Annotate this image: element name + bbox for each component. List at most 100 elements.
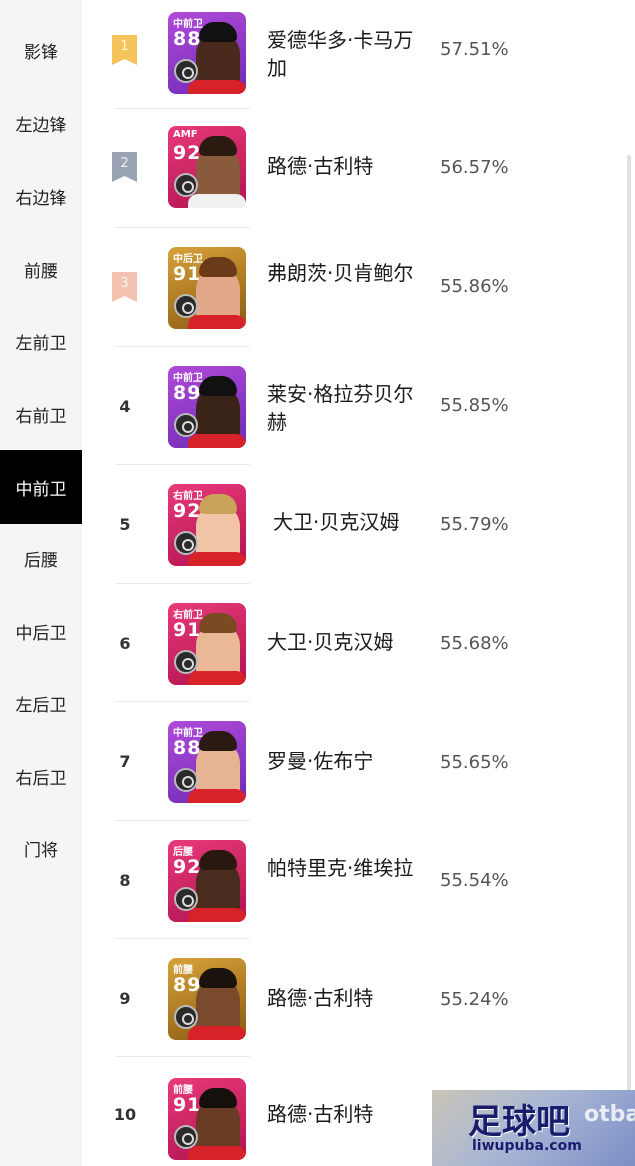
sidebar-item-dmf[interactable]: 后腰: [0, 522, 82, 594]
player-name: 弗朗茨·贝肯鲍尔: [267, 261, 414, 285]
row-divider: [115, 820, 250, 821]
silver-rank-flag-icon: 2: [112, 152, 137, 182]
player-percent: 55.85%: [440, 395, 509, 416]
row-divider: [115, 346, 250, 347]
rank-number: 8: [119, 871, 131, 890]
card-position: AMF: [173, 129, 198, 140]
row-divider: [115, 938, 250, 939]
player-card: 中后卫 91: [168, 247, 246, 329]
list-item[interactable]: 6 右前卫 91 大卫·贝克汉姆 55.68%: [82, 585, 622, 703]
player-shirt-icon: [188, 1026, 246, 1040]
card-badge-icon: [174, 1005, 198, 1029]
sidebar-item-cb[interactable]: 中后卫: [0, 595, 82, 667]
position-sidebar: 影锋 左边锋 右边锋 前腰 左前卫 右前卫 中前卫 后腰 中后卫 左后卫 右后卫…: [0, 0, 82, 1166]
card-badge-icon: [174, 768, 198, 792]
player-percent: 55.24%: [440, 989, 509, 1010]
player-shirt-icon: [188, 194, 246, 208]
row-divider: [115, 464, 250, 465]
player-card: AMF 92: [168, 126, 246, 208]
row-divider: [115, 701, 250, 702]
rank-number: 4: [119, 397, 131, 416]
player-name: 罗曼·佐布宁: [267, 749, 374, 773]
player-card: 右前卫 92: [168, 484, 246, 566]
player-percent: 56.57%: [440, 157, 509, 178]
card-badge-icon: [174, 173, 198, 197]
card-badge-icon: [174, 413, 198, 437]
scrollbar[interactable]: [627, 155, 631, 1165]
sidebar-item-cmf[interactable]: 中前卫: [0, 450, 82, 524]
player-percent: 55.65%: [440, 752, 509, 773]
rank-number: 1: [120, 39, 129, 54]
sidebar-item-lmf[interactable]: 左前卫: [0, 305, 82, 377]
rank-number: 3: [120, 276, 129, 291]
player-shirt-icon: [188, 80, 246, 94]
gold-rank-flag-icon: 1: [112, 35, 137, 65]
row-divider: [115, 108, 250, 109]
card-badge-icon: [174, 650, 198, 674]
player-hair-icon: [199, 968, 237, 988]
player-card: 中前卫 88: [168, 12, 246, 94]
player-hair-icon: [199, 1088, 237, 1108]
row-divider: [115, 583, 250, 584]
rank-number: 9: [119, 989, 131, 1008]
sidebar-item-rmf[interactable]: 右前卫: [0, 378, 82, 450]
sidebar-item-amf[interactable]: 前腰: [0, 233, 82, 305]
player-shirt-icon: [188, 789, 246, 803]
card-badge-icon: [174, 531, 198, 555]
sidebar-item-lwf[interactable]: 左边锋: [0, 87, 82, 159]
list-item[interactable]: 9 前腰 89 路德·古利特 55.24%: [82, 940, 622, 1058]
player-hair-icon: [199, 136, 237, 156]
player-card: 中前卫 88: [168, 721, 246, 803]
player-name: 莱安·格拉芬贝尔赫: [267, 382, 414, 434]
rank-number: 2: [120, 156, 129, 171]
player-card: 右前卫 91: [168, 603, 246, 685]
watermark-side-text: otba: [584, 1102, 635, 1127]
player-name: 帕特里克·维埃拉: [267, 856, 414, 880]
rank-number: 7: [119, 752, 131, 771]
watermark-title: 足球吧: [468, 1102, 570, 1142]
player-percent: 57.51%: [440, 39, 509, 60]
player-card: 中前卫 89: [168, 366, 246, 448]
player-shirt-icon: [188, 315, 246, 329]
list-item[interactable]: 2 AMF 92 路德·古利特 56.57%: [82, 110, 622, 228]
card-badge-icon: [174, 294, 198, 318]
watermark-site: liwupuba.com: [472, 1138, 582, 1154]
sidebar-item-ss[interactable]: 影锋: [0, 14, 82, 86]
player-name: 大卫·贝克汉姆: [267, 630, 394, 654]
player-hair-icon: [199, 850, 237, 870]
player-card: 后腰 92: [168, 840, 246, 922]
player-hair-icon: [199, 731, 237, 751]
player-card: 前腰 91: [168, 1078, 246, 1160]
player-shirt-icon: [188, 908, 246, 922]
ranking-list: 1 中前卫 88 爱德华多·卡马万加 57.51% 2 AMF 92 路德·古利…: [82, 0, 635, 1166]
player-name: 爱德华多·卡马万加: [267, 28, 414, 80]
list-item[interactable]: 7 中前卫 88 罗曼·佐布宁 55.65%: [82, 703, 622, 821]
sidebar-item-gk[interactable]: 门将: [0, 812, 82, 884]
sidebar-item-rb[interactable]: 右后卫: [0, 740, 82, 812]
list-item[interactable]: 3 中后卫 91 弗朗茨·贝肯鲍尔 55.86%: [82, 229, 622, 347]
row-divider: [115, 227, 250, 228]
sidebar-item-rwf[interactable]: 右边锋: [0, 160, 82, 232]
player-shirt-icon: [188, 671, 246, 685]
player-hair-icon: [199, 613, 237, 633]
card-badge-icon: [174, 1125, 198, 1149]
sidebar-item-lb[interactable]: 左后卫: [0, 667, 82, 739]
card-badge-icon: [174, 887, 198, 911]
list-item[interactable]: 1 中前卫 88 爱德华多·卡马万加 57.51%: [82, 0, 622, 118]
player-shirt-icon: [188, 1146, 246, 1160]
bronze-rank-flag-icon: 3: [112, 272, 137, 302]
player-card: 前腰 89: [168, 958, 246, 1040]
watermark-logo: otba 足球吧 liwupuba.com: [432, 1090, 635, 1166]
list-item[interactable]: 8 后腰 92 帕特里克·维埃拉 55.54%: [82, 822, 622, 940]
player-shirt-icon: [188, 552, 246, 566]
list-item[interactable]: 5 右前卫 92 大卫·贝克汉姆 55.79%: [82, 466, 622, 584]
player-percent: 55.68%: [440, 633, 509, 654]
player-hair-icon: [199, 494, 237, 514]
player-percent: 55.54%: [440, 870, 509, 891]
rank-number: 5: [119, 515, 131, 534]
player-hair-icon: [199, 376, 237, 396]
list-item[interactable]: 4 中前卫 89 莱安·格拉芬贝尔赫 55.85%: [82, 348, 622, 466]
player-percent: 55.86%: [440, 276, 509, 297]
player-shirt-icon: [188, 434, 246, 448]
player-hair-icon: [199, 257, 237, 277]
